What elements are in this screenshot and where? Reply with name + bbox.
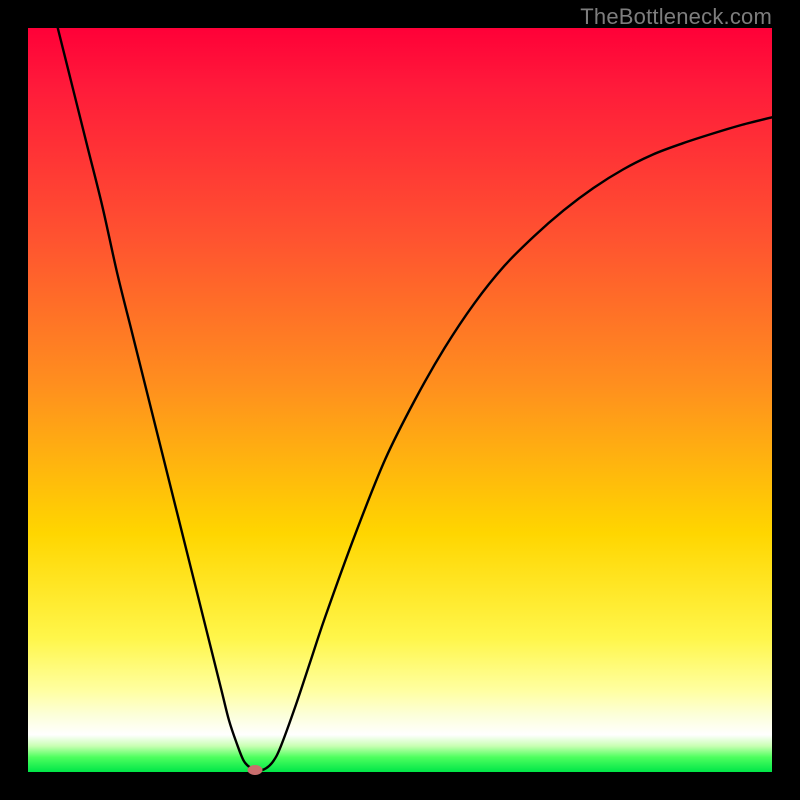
watermark-text: TheBottleneck.com (580, 4, 772, 30)
bottleneck-curve (58, 28, 772, 771)
min-marker (247, 765, 262, 775)
curve-svg (28, 28, 772, 772)
plot-area (28, 28, 772, 772)
chart-frame: TheBottleneck.com (0, 0, 800, 800)
